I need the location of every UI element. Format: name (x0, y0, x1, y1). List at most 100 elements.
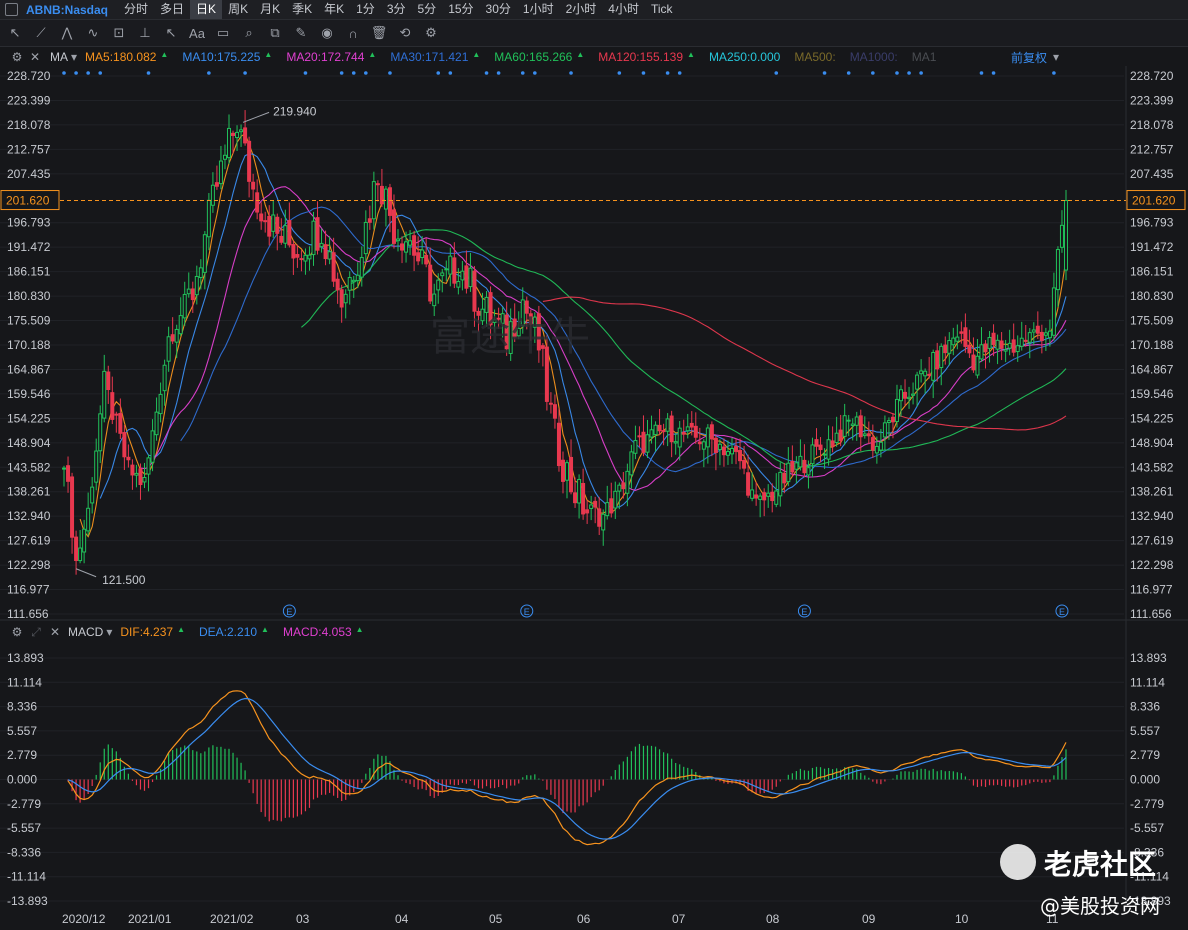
candle-body (842, 415, 847, 437)
candle-body (82, 528, 87, 553)
price-tick-right: 111.656 (1130, 607, 1172, 621)
candle-body (444, 268, 449, 271)
candle-body (235, 131, 240, 139)
event-dot (448, 71, 453, 75)
price-tick-right: 191.472 (1130, 240, 1174, 254)
event-dot (871, 71, 875, 75)
price-tick-right: 159.546 (1130, 387, 1174, 401)
candle-body (1051, 287, 1056, 336)
candle-body (713, 437, 718, 453)
price-tick-left: 143.582 (7, 460, 51, 474)
price-tick-right: 186.151 (1130, 265, 1174, 279)
candle-body (911, 393, 916, 396)
macd-tick-right: 0.000 (1130, 773, 1160, 787)
candle-body (794, 462, 799, 470)
candle-body (850, 423, 855, 426)
candle-body (367, 218, 372, 223)
event-dot (484, 71, 489, 75)
price-tick-left: 191.472 (7, 240, 51, 254)
candle-body (657, 424, 662, 432)
candle-body (355, 274, 360, 282)
macd-tick-left: -2.779 (7, 797, 41, 811)
macd-tick-left: 2.779 (7, 748, 37, 762)
candle-body (335, 278, 340, 291)
candle-body (899, 389, 904, 402)
price-tick-left: 111.656 (7, 607, 49, 621)
candle-body (625, 470, 630, 494)
candle-body (621, 482, 626, 490)
ma-line-ma120 (542, 296, 1067, 431)
candle-body (351, 279, 356, 283)
candle-body (729, 447, 734, 455)
candle-body (814, 439, 819, 447)
candle-body (287, 220, 292, 246)
candle-body (826, 439, 831, 460)
price-tick-left: 148.904 (7, 436, 51, 450)
candle-body (673, 441, 678, 444)
candle-body (170, 334, 175, 342)
candle-body (798, 455, 803, 468)
price-tick-right: 116.977 (1130, 583, 1173, 597)
candle-body (806, 467, 811, 476)
candle-body (400, 243, 405, 251)
candle-body (226, 127, 231, 159)
price-tick-left: 154.225 (7, 411, 51, 425)
tiger-logo-icon (1000, 844, 1036, 880)
price-tick-right: 223.399 (1130, 93, 1174, 107)
low-annotation: 121.500 (102, 573, 146, 587)
brand-watermark: 老虎社区 (1044, 848, 1157, 881)
event-dot (617, 71, 622, 75)
candle-body (870, 437, 875, 451)
candle-body (681, 431, 686, 435)
candle-body (786, 462, 791, 483)
candle-body (999, 340, 1004, 349)
candle-body (939, 345, 944, 369)
earnings-marker: E (1059, 607, 1065, 617)
candle-body (886, 420, 891, 423)
candle-body (218, 160, 223, 185)
candle-body (830, 440, 835, 447)
event-dot (86, 71, 90, 75)
candle-body (70, 476, 75, 538)
x-tick: 08 (766, 912, 780, 926)
candle-body (424, 254, 429, 265)
candle-body (734, 446, 739, 452)
candle-body (339, 289, 344, 308)
candle-body (1047, 330, 1052, 339)
event-dot (822, 71, 827, 75)
chart-canvas[interactable]: 228.720 228.720 223.399 223.399 218.078 218.0… (0, 0, 1188, 930)
price-tick-left: 218.078 (7, 118, 51, 132)
candle-body (178, 315, 183, 335)
event-dot (774, 71, 779, 75)
macd-tick-left: -13.893 (7, 894, 48, 908)
price-tick-left: 212.757 (7, 142, 51, 156)
candle-body (689, 422, 694, 428)
candle-body (263, 220, 268, 223)
candle-body (86, 507, 91, 532)
candle-body (379, 185, 384, 205)
price-tick-left: 207.435 (7, 167, 51, 181)
candle-body (62, 467, 67, 470)
candle-body (754, 494, 759, 499)
candle-body (408, 240, 413, 246)
candle-body (78, 547, 83, 562)
event-dot (62, 71, 66, 75)
candle-body (1003, 349, 1008, 352)
candle-body (1035, 325, 1040, 334)
candle-body (231, 132, 236, 136)
candle-body (138, 468, 143, 486)
macd-tick-right: 2.779 (1130, 748, 1160, 762)
candle-body (331, 252, 336, 282)
candle-body (609, 498, 614, 514)
candle-body (524, 300, 529, 314)
candle-body (782, 472, 787, 484)
candle-body (778, 471, 783, 497)
candle-body (975, 355, 980, 376)
x-tick: 04 (395, 912, 409, 926)
event-dot (351, 71, 356, 75)
candle-body (303, 254, 308, 262)
candle-body (114, 413, 119, 416)
event-dot (436, 71, 441, 75)
candle-body (959, 331, 964, 334)
candle-body (391, 209, 396, 244)
